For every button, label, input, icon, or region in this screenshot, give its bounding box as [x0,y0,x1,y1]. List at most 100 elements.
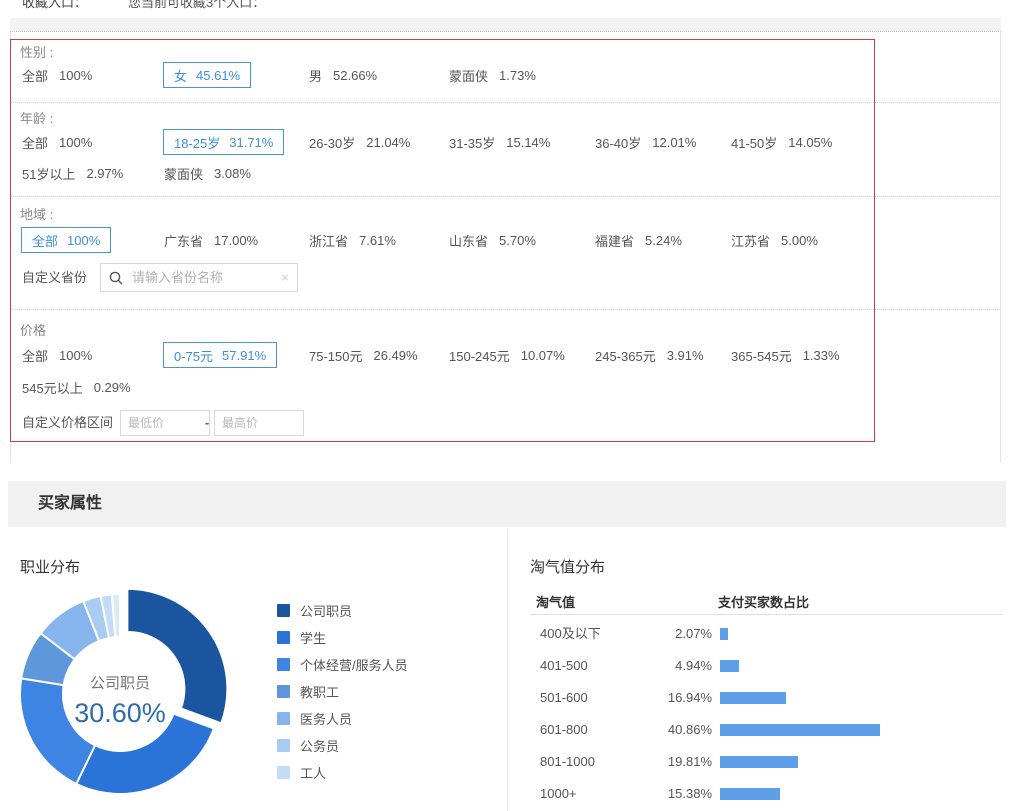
custom-price-label: 自定义价格区间 [22,409,113,437]
option-value: 0.29% [94,380,131,395]
taoqi-range-label: 1000+ [540,778,577,810]
option-label: 36-40岁 [595,133,641,152]
option-value: 1.33% [803,348,840,363]
option-label: 广东省 [164,231,203,250]
legend-label: 工人 [300,763,326,782]
option-value: 12.01% [652,135,696,150]
legend-label: 学生 [300,628,326,647]
legend-swatch [277,631,290,644]
option-value: 5.70% [499,233,536,248]
filter-option[interactable]: 全部100% [22,61,92,89]
taoqi-bar [720,788,780,800]
age-options-row-1: 全部100% 18-25岁 31.71% 26-30岁21.04% 31-35岁15.1… [0,128,1014,156]
donut-center-name: 公司职员 [90,675,150,692]
option-label: 18-25岁 [174,133,220,152]
option-value: 10.07% [521,348,565,363]
filter-option-selected[interactable]: 女45.61% [163,62,251,88]
filter-option[interactable]: 广东省17.00% [164,226,258,254]
legend-swatch [277,712,290,725]
legend-swatch [277,685,290,698]
clear-icon[interactable]: × [281,271,289,284]
option-label: 41-50岁 [731,133,777,152]
max-price-input[interactable] [214,410,304,436]
legend-label: 公司职员 [300,601,352,620]
filter-option-selected[interactable]: 18-25岁 31.71% [163,129,284,155]
option-label: 全部 [22,133,48,152]
taoqi-percent-value: 15.38% [626,778,712,810]
taoqi-col-header-share: 支付买家数占比 [718,592,809,611]
section-divider [11,196,1000,197]
option-value: 57.91% [222,348,266,363]
option-value: 14.05% [788,135,832,150]
filter-option[interactable]: 36-40岁 12.01% [595,128,696,156]
option-label: 山东省 [449,231,488,250]
taoqi-bar [720,724,880,736]
page: 收藏入口： 您当前可收藏3个入口： 性别 : 年龄 : 地域 : 价格 全部10… [0,0,1014,811]
option-value: 100% [67,233,100,248]
option-value: 15.14% [506,135,550,150]
legend-label: 教职工 [300,682,339,701]
option-label: 江苏省 [731,231,770,250]
taoqi-percent-value: 4.94% [626,650,712,682]
custom-province-label: 自定义省份 [22,264,87,292]
filter-option[interactable]: 福建省5.24% [595,226,682,254]
option-label: 365-545元 [731,346,792,365]
min-price-input[interactable] [120,410,210,436]
filter-option[interactable]: 江苏省5.00% [731,226,818,254]
legend-swatch [277,766,290,779]
donut-slice-个体经营/服务人员 [20,678,95,784]
option-value: 2.97% [86,166,123,181]
clipped-top-text: 收藏入口： 您当前可收藏3个入口： [0,0,1014,11]
price-range-dash: - [201,409,213,437]
option-value: 31.71% [229,135,273,150]
filter-label-gender: 性别 : [20,44,53,62]
filter-option[interactable]: 蒙面侠3.08% [164,159,251,187]
occupation-legend: 公司职员学生个体经营/服务人员教职工医务人员公务员工人 [277,597,408,786]
filter-option[interactable]: 51岁以上2.97% [22,159,123,187]
filter-option[interactable]: 蒙面侠1.73% [449,61,536,89]
option-value: 100% [59,348,92,363]
filter-option-selected[interactable]: 全部100% [21,227,111,253]
province-search-input[interactable] [130,269,274,286]
legend-swatch [277,658,290,671]
section-divider [11,102,1000,103]
taoqi-percent-value: 19.81% [626,746,712,778]
option-value: 7.61% [359,233,396,248]
filter-option[interactable]: 男52.66% [309,61,377,89]
filter-option[interactable]: 全部100% [22,128,92,156]
filter-option-selected[interactable]: 0-75元 57.91% [163,342,277,368]
filter-option[interactable]: 545元以上0.29% [22,373,131,401]
taoqi-bar [720,756,798,768]
legend-label: 个体经营/服务人员 [300,655,408,674]
filter-option[interactable]: 山东省 5.70% [449,226,536,254]
taoqi-percent-value: 16.94% [626,682,712,714]
filter-option[interactable]: 150-245元10.07% [449,341,565,369]
filter-label-age: 年龄 : [20,110,53,128]
filter-option[interactable]: 41-50岁 14.05% [731,128,832,156]
province-search-box[interactable]: × [100,263,298,292]
taoqi-percent-value: 40.86% [626,714,712,746]
filter-option[interactable]: 245-365元 3.91% [595,341,704,369]
taoqi-row: 601-80040.86% [530,714,1002,746]
taoqi-range-label: 501-600 [540,682,588,714]
option-label: 0-75元 [174,346,213,365]
option-value: 52.66% [333,68,377,83]
filter-option[interactable]: 75-150元26.49% [309,341,418,369]
filter-option[interactable]: 31-35岁15.14% [449,128,550,156]
option-label: 蒙面侠 [164,164,203,183]
legend-swatch [277,739,290,752]
option-value: 1.73% [499,68,536,83]
filter-option[interactable]: 浙江省7.61% [309,226,396,254]
filter-option[interactable]: 全部100% [22,341,92,369]
option-label: 245-365元 [595,346,656,365]
filter-option[interactable]: 365-545元 1.33% [731,341,840,369]
gender-options-row: 全部100% 女45.61% 男52.66% 蒙面侠1.73% [0,61,1014,89]
taoqi-row: 400及以下2.07% [530,618,1002,650]
option-label: 75-150元 [309,346,362,365]
option-value: 3.91% [667,348,704,363]
legend-item: 个体经营/服务人员 [277,651,408,678]
filter-option[interactable]: 26-30岁21.04% [309,128,410,156]
option-label: 26-30岁 [309,133,355,152]
legend-item: 学生 [277,624,408,651]
taoqi-chart-title: 淘气值分布 [530,556,605,577]
